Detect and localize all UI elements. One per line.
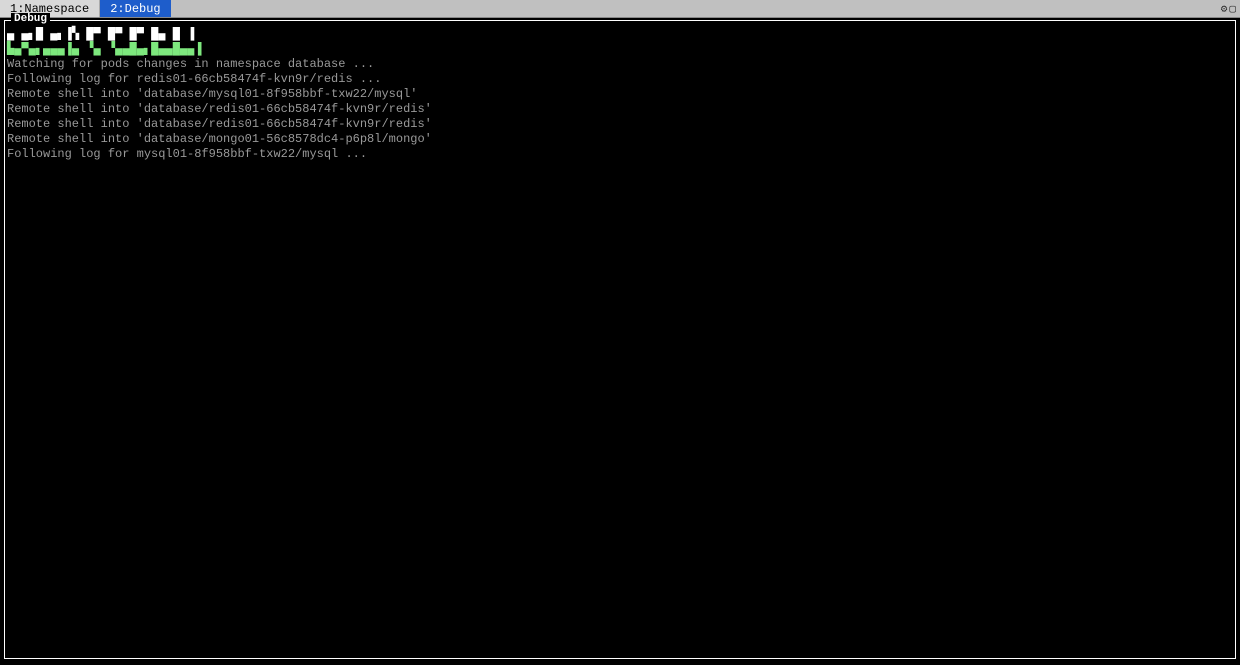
log-line: Remote shell into 'database/redis01-66cb… — [5, 117, 1235, 132]
log-line: Following log for redis01-66cb58474f-kvn… — [5, 72, 1235, 87]
tab-bar-spacer — [171, 0, 1221, 17]
debug-panel: Debug ▄ ▄▖█ ▄▖▐▚ █▀ █▀ █▀ █▄ █ ▐ ▙▄▀▄▖▄▄… — [4, 20, 1236, 659]
log-line: Remote shell into 'database/mongo01-56c8… — [5, 132, 1235, 147]
log-line: Watching for pods changes in namespace d… — [5, 57, 1235, 72]
panel-title: Debug — [11, 13, 50, 25]
gear-icon[interactable]: ⚙ — [1221, 2, 1228, 16]
maximize-icon[interactable]: ▢ — [1229, 2, 1236, 16]
toolbar-icons: ⚙ ▢ — [1221, 0, 1240, 17]
log-line: Remote shell into 'database/mysql01-8f95… — [5, 87, 1235, 102]
ascii-banner-line-1: ▄ ▄▖█ ▄▖▐▚ █▀ █▀ █▀ █▄ █ ▐ — [5, 27, 1235, 42]
panel-content: ▄ ▄▖█ ▄▖▐▚ █▀ █▀ █▀ █▄ █ ▐ ▙▄▀▄▖▄▄▄▐▄ ▝▄… — [5, 21, 1235, 162]
log-line: Remote shell into 'database/redis01-66cb… — [5, 102, 1235, 117]
tab-bar: 1:Namespace 2:Debug ⚙ ▢ — [0, 0, 1240, 18]
tab-debug[interactable]: 2:Debug — [100, 0, 170, 17]
ascii-banner-line-2: ▙▄▀▄▖▄▄▄▐▄ ▝▄ ▝▄▄█▄▖█▄▄█▄▄▐ — [5, 42, 1235, 57]
log-line: Following log for mysql01-8f958bbf-txw22… — [5, 147, 1235, 162]
